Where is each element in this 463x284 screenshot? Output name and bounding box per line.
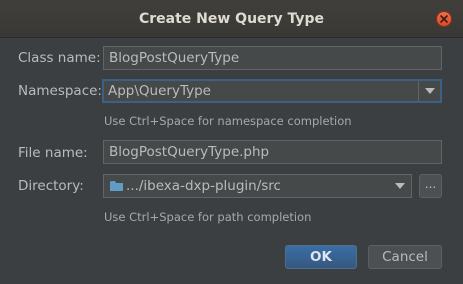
close-icon (440, 15, 448, 23)
file-name-label: File name: (18, 145, 88, 161)
create-query-type-dialog: Create New Query Type Class name: BlogPo… (0, 0, 463, 284)
namespace-value: App\QueryType (108, 83, 211, 99)
class-name-label: Class name: (18, 50, 101, 66)
namespace-dropdown-button[interactable] (418, 81, 440, 101)
directory-dropdown-button[interactable] (389, 175, 411, 197)
title-bar: Create New Query Type (0, 0, 463, 38)
file-name-value: BlogPostQueryType.php (109, 144, 270, 160)
close-button[interactable] (436, 11, 452, 27)
namespace-label: Namespace: (18, 83, 102, 99)
cancel-button[interactable]: Cancel (368, 245, 442, 269)
directory-label: Directory: (18, 178, 84, 194)
file-name-input[interactable]: BlogPostQueryType.php (103, 140, 442, 164)
ok-button[interactable]: OK (285, 245, 357, 269)
chevron-down-icon (395, 183, 405, 189)
class-name-input[interactable]: BlogPostQueryType (103, 46, 442, 70)
browse-button[interactable]: ... (419, 174, 442, 198)
directory-combobox[interactable]: .../ibexa-dxp-plugin/src (103, 174, 412, 198)
namespace-hint: Use Ctrl+Space for namespace completion (104, 114, 352, 128)
folder-icon (110, 181, 123, 191)
directory-value: .../ibexa-dxp-plugin/src (126, 178, 281, 194)
namespace-combobox[interactable]: App\QueryType (102, 79, 442, 103)
dialog-title: Create New Query Type (138, 11, 324, 27)
class-name-value: BlogPostQueryType (109, 50, 240, 66)
directory-hint: Use Ctrl+Space for path completion (104, 210, 312, 224)
chevron-down-icon (425, 88, 435, 94)
